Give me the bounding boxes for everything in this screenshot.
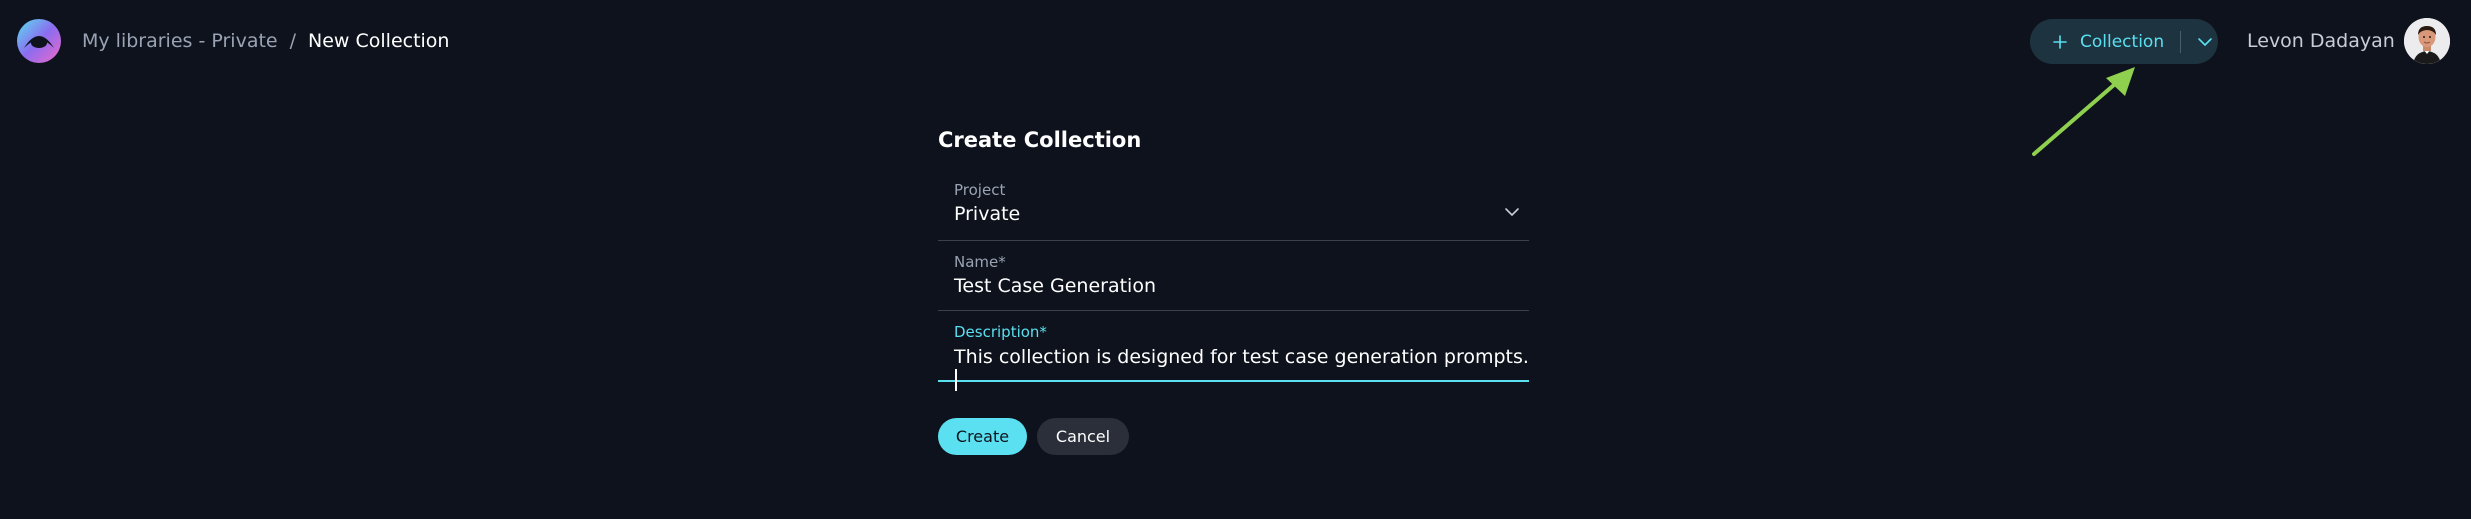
description-input[interactable]: This collection is designed for test cas… (954, 346, 1529, 391)
breadcrumb-separator: / (289, 30, 297, 52)
breadcrumb: My libraries - Private / New Collection (82, 0, 449, 82)
app-logo-icon[interactable] (16, 18, 62, 64)
create-button[interactable]: Create (938, 418, 1027, 455)
project-label: Project (954, 181, 1006, 199)
description-text: This collection is designed for test cas… (954, 346, 1529, 368)
form-actions: Create Cancel (938, 418, 1129, 455)
avatar[interactable] (2404, 18, 2450, 64)
cancel-button[interactable]: Cancel (1037, 418, 1129, 455)
name-label: Name* (954, 253, 1006, 271)
description-label: Description* (954, 323, 1047, 341)
annotation-arrow (2032, 67, 2135, 156)
text-caret (955, 368, 957, 391)
description-field[interactable]: Description* This collection is designed… (938, 311, 1529, 391)
project-value[interactable]: Private (954, 203, 1020, 225)
button-divider (2180, 30, 2182, 53)
new-collection-button[interactable]: Collection (2030, 19, 2218, 64)
create-collection-form: Create Collection Project Private Name* … (938, 122, 1529, 455)
name-field[interactable]: Name* Test Case Generation (938, 241, 1529, 311)
breadcrumb-current: New Collection (308, 30, 450, 52)
name-input[interactable]: Test Case Generation (954, 275, 1156, 297)
chevron-down-icon[interactable] (1503, 203, 1521, 221)
breadcrumb-parent-link[interactable]: My libraries - Private (82, 30, 278, 52)
plus-icon (2053, 34, 2067, 49)
chevron-down-icon[interactable] (2195, 32, 2215, 52)
collection-button-label: Collection (2080, 31, 2165, 52)
project-select[interactable]: Project Private (938, 177, 1529, 241)
user-name[interactable]: Levon Dadayan (2247, 0, 2395, 82)
form-title: Create Collection (938, 128, 1142, 152)
